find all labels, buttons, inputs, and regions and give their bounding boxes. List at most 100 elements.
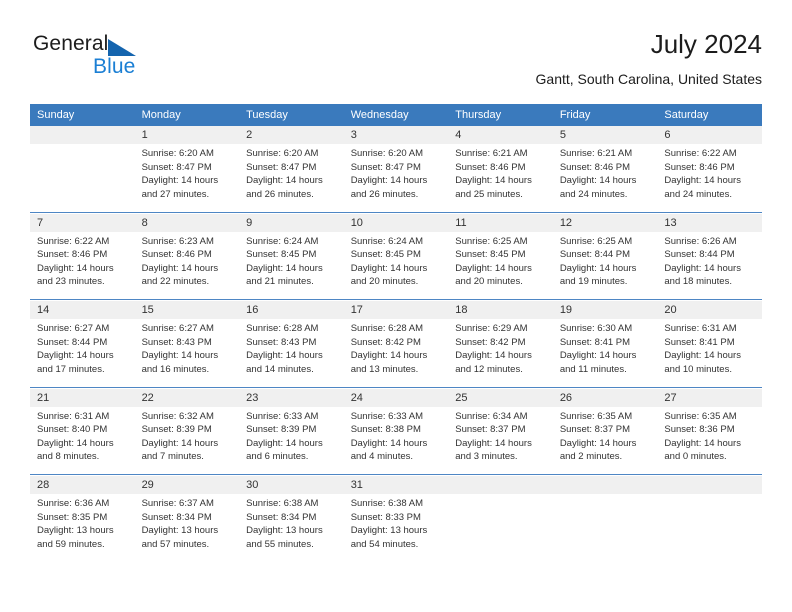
day-cell[interactable]: Sunrise: 6:33 AM Sunset: 8:38 PM Daylight:… (344, 407, 449, 475)
day-number[interactable]: 17 (343, 301, 449, 319)
day-cell[interactable]: Sunrise: 6:28 AM Sunset: 8:43 PM Daylight:… (239, 319, 344, 387)
day-number[interactable]: 2 (239, 126, 344, 144)
day-cell[interactable]: Sunrise: 6:29 AM Sunset: 8:42 PM Daylight:… (448, 319, 553, 387)
day-cell[interactable]: Sunrise: 6:23 AM Sunset: 8:46 PM Daylight:… (135, 232, 240, 300)
day-number[interactable]: 26 (552, 388, 658, 407)
day-cell[interactable]: Sunrise: 6:24 AM Sunset: 8:45 PM Daylight:… (239, 232, 344, 300)
day-cell[interactable]: Sunrise: 6:33 AM Sunset: 8:39 PM Daylight:… (239, 407, 344, 475)
day-cell[interactable]: Sunrise: 6:30 AM Sunset: 8:41 PM Daylight:… (553, 319, 658, 387)
day-number[interactable]: 22 (134, 388, 240, 407)
day-cell[interactable]: Sunrise: 6:35 AM Sunset: 8:37 PM Daylight:… (553, 407, 658, 475)
day-cell[interactable]: Sunrise: 6:27 AM Sunset: 8:43 PM Daylight:… (135, 319, 240, 387)
day-number[interactable]: 20 (657, 301, 762, 319)
daylight-text-line2: and 2 minutes. (559, 451, 623, 463)
sunset-text: Sunset: 8:37 PM (455, 424, 526, 436)
day-number[interactable]: 21 (30, 388, 135, 407)
day-cell-empty (553, 494, 658, 562)
sunset-text: Sunset: 8:43 PM (246, 336, 317, 348)
day-cell[interactable]: Sunrise: 6:25 AM Sunset: 8:44 PM Daylight:… (553, 232, 658, 300)
day-number[interactable]: 13 (657, 213, 762, 232)
day-cell[interactable]: Sunrise: 6:38 AM Sunset: 8:34 PM Daylight:… (239, 494, 344, 562)
daylight-text-line1: Daylight: 14 hours (246, 175, 323, 187)
day-number[interactable]: 9 (239, 213, 344, 232)
day-number[interactable]: 11 (448, 213, 553, 232)
daylight-text-line2: and 59 minutes. (37, 538, 105, 550)
daylight-text-line2: and 19 minutes. (559, 276, 628, 288)
day-number[interactable]: 5 (552, 126, 658, 144)
general-blue-logo[interactable]: General Blue (33, 32, 253, 90)
day-number[interactable]: 16 (239, 301, 344, 319)
day-cell[interactable]: Sunrise: 6:28 AM Sunset: 8:42 PM Daylight:… (344, 319, 449, 387)
day-cell[interactable]: Sunrise: 6:20 AM Sunset: 8:47 PM Daylight:… (135, 144, 240, 212)
day-number[interactable]: 1 (134, 126, 240, 144)
day-number[interactable]: 6 (657, 126, 762, 144)
sunrise-text: Sunrise: 6:35 AM (664, 410, 737, 422)
daylight-text-line2: and 10 minutes. (664, 363, 732, 375)
day-number-row: 123456 (30, 126, 762, 144)
day-number[interactable]: 29 (134, 476, 240, 494)
day-number[interactable]: 18 (448, 301, 553, 319)
day-number-row: 7 8 9 10 11 12 13 (30, 213, 762, 232)
day-cell[interactable]: Sunrise: 6:34 AM Sunset: 8:37 PM Daylight:… (448, 407, 553, 475)
sunrise-text: Sunrise: 6:25 AM (559, 235, 633, 247)
page-subtitle: Gantt, South Carolina, United States (535, 71, 762, 87)
daylight-text-line2: and 6 minutes. (246, 451, 309, 463)
day-cell[interactable]: Sunrise: 6:22 AM Sunset: 8:46 PM Daylight:… (657, 144, 762, 212)
day-number[interactable]: 12 (552, 213, 658, 232)
day-cell[interactable]: Sunrise: 6:20 AM Sunset: 8:47 PM Daylight:… (344, 144, 449, 212)
day-cell[interactable]: Sunrise: 6:37 AM Sunset: 8:34 PM Daylight:… (135, 494, 240, 562)
sunrise-text: Sunrise: 6:27 AM (141, 323, 214, 334)
day-cell[interactable]: Sunrise: 6:27 AM Sunset: 8:44 PM Daylight:… (30, 319, 135, 387)
sunset-text: Sunset: 8:44 PM (37, 336, 108, 348)
daylight-text-line2: and 25 minutes. (455, 188, 523, 200)
day-cell[interactable]: Sunrise: 6:36 AM Sunset: 8:35 PM Daylight:… (30, 494, 135, 562)
day-cell[interactable]: Sunrise: 6:22 AM Sunset: 8:46 PM Daylight:… (30, 232, 135, 300)
day-cell[interactable]: Sunrise: 6:20 AM Sunset: 8:47 PM Daylight:… (239, 144, 344, 212)
day-number[interactable]: 19 (552, 301, 658, 319)
sunrise-text: Sunrise: 6:20 AM (246, 148, 319, 159)
day-number-empty (30, 126, 135, 144)
day-cell[interactable]: Sunrise: 6:25 AM Sunset: 8:45 PM Daylight:… (448, 232, 553, 300)
day-number[interactable]: 27 (657, 388, 762, 407)
day-number[interactable]: 30 (239, 476, 344, 494)
daylight-text-line2: and 11 minutes. (559, 363, 627, 375)
day-number[interactable]: 14 (30, 301, 135, 319)
day-number[interactable]: 10 (343, 213, 449, 232)
daylight-text-line2: and 8 minutes. (37, 451, 100, 463)
sunrise-text: Sunrise: 6:27 AM (37, 323, 110, 334)
daylight-text-line2: and 22 minutes. (141, 276, 210, 288)
day-number[interactable]: 4 (448, 126, 553, 144)
day-number[interactable]: 24 (343, 388, 449, 407)
sunrise-text: Sunrise: 6:33 AM (350, 410, 424, 422)
day-number[interactable]: 7 (30, 213, 135, 232)
day-cell[interactable]: Sunrise: 6:32 AM Sunset: 8:39 PM Daylight:… (135, 407, 240, 475)
day-cell[interactable]: Sunrise: 6:21 AM Sunset: 8:46 PM Daylight:… (553, 144, 658, 212)
day-number[interactable]: 15 (134, 301, 240, 319)
day-cell[interactable]: Sunrise: 6:38 AM Sunset: 8:33 PM Daylight:… (344, 494, 449, 562)
day-number[interactable]: 31 (343, 476, 449, 494)
day-number[interactable]: 28 (30, 476, 135, 494)
sunset-text: Sunset: 8:46 PM (455, 161, 526, 173)
sunset-text: Sunset: 8:46 PM (37, 249, 108, 261)
daylight-text-line1: Daylight: 14 hours (455, 175, 532, 187)
sunset-text: Sunset: 8:45 PM (455, 249, 526, 261)
day-cell[interactable]: Sunrise: 6:24 AM Sunset: 8:45 PM Daylight:… (344, 232, 449, 300)
daylight-text-line2: and 57 minutes. (141, 538, 210, 550)
daylight-text-line1: Daylight: 14 hours (350, 350, 428, 362)
day-number[interactable]: 23 (239, 388, 344, 407)
day-number[interactable]: 3 (343, 126, 449, 144)
day-cell[interactable]: Sunrise: 6:26 AM Sunset: 8:44 PM Daylight:… (657, 232, 762, 300)
sunset-text: Sunset: 8:39 PM (246, 424, 317, 436)
sunrise-text: Sunrise: 6:28 AM (350, 323, 424, 334)
day-cell[interactable]: Sunrise: 6:31 AM Sunset: 8:41 PM Daylight:… (657, 319, 762, 387)
weekday-header-wednesday: Wednesday (343, 104, 449, 126)
day-number[interactable]: 25 (448, 388, 553, 407)
day-cell[interactable]: Sunrise: 6:35 AM Sunset: 8:36 PM Daylight:… (657, 407, 762, 475)
daylight-text-line2: and 27 minutes. (141, 188, 210, 200)
day-number-empty (552, 476, 658, 494)
day-cell[interactable]: Sunrise: 6:31 AM Sunset: 8:40 PM Daylight:… (30, 407, 135, 475)
sunset-text: Sunset: 8:39 PM (141, 424, 212, 436)
day-number[interactable]: 8 (134, 213, 240, 232)
page-title: July 2024 (650, 29, 762, 59)
day-cell[interactable]: Sunrise: 6:21 AM Sunset: 8:46 PM Daylight:… (448, 144, 553, 212)
